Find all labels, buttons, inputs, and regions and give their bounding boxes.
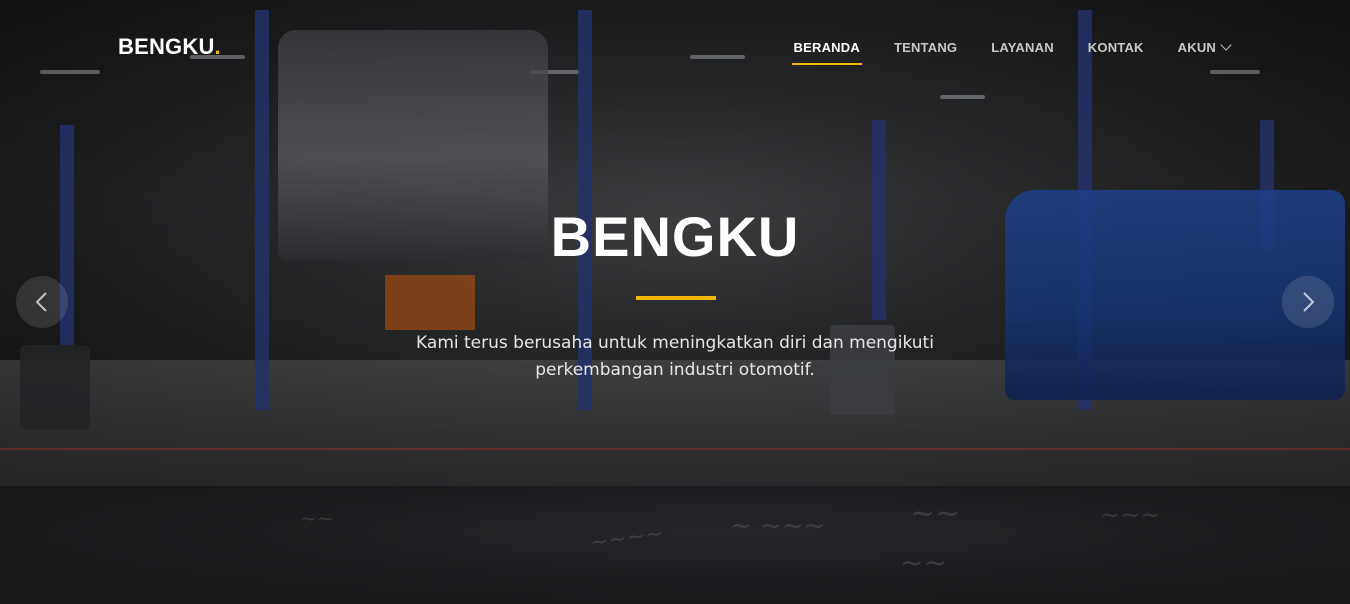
- nav-item-tentang[interactable]: TENTANG: [894, 40, 957, 55]
- nav-item-kontak[interactable]: KONTAK: [1088, 40, 1144, 55]
- hero-slider: BENGKU. BERANDA TENTANG LAYANAN KONTAK A…: [0, 0, 1350, 486]
- chevron-left-icon: [35, 292, 47, 312]
- hero-subtitle-line: Kami terus berusaha untuk meningkatkan d…: [416, 333, 934, 353]
- nav-item-label: TENTANG: [893, 40, 958, 55]
- nav-item-beranda[interactable]: BERANDA: [791, 40, 863, 65]
- main-nav: BERANDA TENTANG LAYANAN KONTAK AKUN: [760, 39, 1232, 65]
- hero-subtitle-line: perkembangan industri otomotif.: [535, 360, 815, 380]
- chevron-down-icon: [1220, 39, 1232, 51]
- hero-title: BENGKU: [550, 205, 800, 268]
- nav-item-layanan[interactable]: LAYANAN: [991, 40, 1054, 55]
- nav-item-label: AKUN: [1177, 40, 1216, 55]
- next-section-background: ~~~~ ~ ~~~ ~~ ~~ ~~~ ~~: [0, 486, 1350, 604]
- carousel-prev-button[interactable]: [16, 276, 68, 328]
- nav-item-akun[interactable]: AKUN: [1177, 39, 1232, 55]
- nav-item-label: KONTAK: [1087, 40, 1144, 55]
- nav-item-label: LAYANAN: [991, 40, 1054, 55]
- chevron-right-icon: [1303, 292, 1315, 312]
- hero-title-underline: [636, 296, 716, 300]
- nav-item-label: BERANDA: [793, 40, 860, 55]
- brand-dot: .: [214, 34, 221, 59]
- brand-name: BENGKU: [118, 34, 215, 59]
- carousel-next-button[interactable]: [1282, 276, 1334, 328]
- brand-logo[interactable]: BENGKU.: [118, 34, 221, 60]
- hero-subtitle: Kami terus berusaha untuk meningkatkan d…: [400, 330, 950, 384]
